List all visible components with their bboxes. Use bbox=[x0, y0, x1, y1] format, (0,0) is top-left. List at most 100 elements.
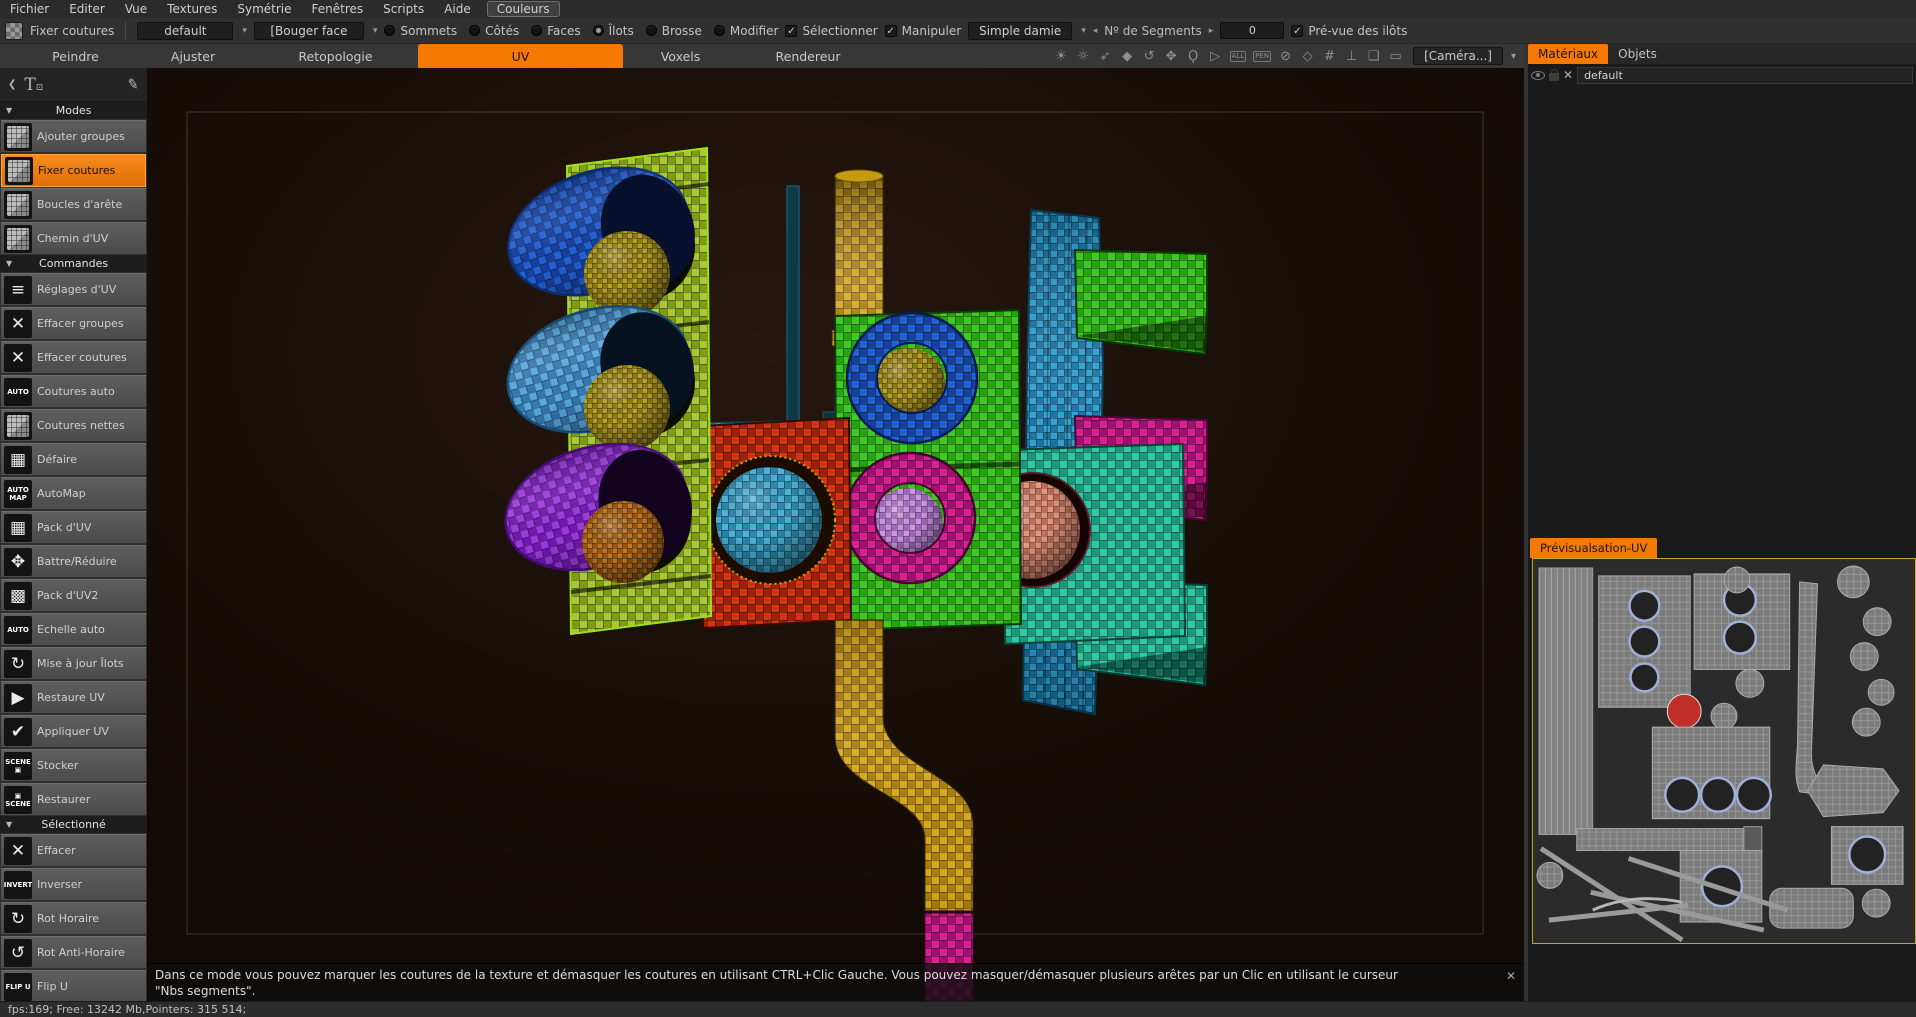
sidebar-item-restaure-uv[interactable]: ▶ Restaure UV bbox=[1, 681, 146, 714]
sidebar-item-rot-horaire[interactable]: ↻ Rot Horaire bbox=[1, 902, 146, 935]
sidebar-item-pack-d-uv[interactable]: ▦ Pack d'UV bbox=[1, 511, 146, 544]
radio-dot-icon[interactable] bbox=[645, 25, 657, 36]
checker-pattern-dropdown[interactable]: Simple damie bbox=[968, 21, 1073, 40]
select-checkbox[interactable]: ✓ Sélectionner bbox=[785, 24, 878, 38]
menu-textures[interactable]: Textures bbox=[157, 1, 227, 17]
islands-preview-checkbox[interactable]: ✓ Pré-vue des ilôts bbox=[1291, 24, 1407, 38]
sidebar-item-battre-reduire[interactable]: ✥ Battre/Réduire bbox=[1, 545, 146, 578]
sidebar-item-reglages-d-uv[interactable]: ≡ Réglages d'UV bbox=[1, 273, 146, 306]
section-collapse-icon[interactable]: ▼ bbox=[6, 259, 12, 268]
sidebar-item-automap[interactable]: AUTO MAP AutoMap bbox=[1, 477, 146, 510]
visibility-eye-icon[interactable] bbox=[1531, 70, 1545, 80]
radio-brosse[interactable]: Brosse bbox=[645, 24, 702, 38]
sidebar-section-commandes[interactable]: ▼ Commandes bbox=[0, 255, 147, 272]
frame-all-icon[interactable]: ALL bbox=[1229, 50, 1247, 62]
checkbox-icon[interactable]: ✓ bbox=[884, 24, 897, 37]
tab-rendereur[interactable]: Rendereur bbox=[738, 44, 878, 68]
viewport-3d[interactable]: Dans ce mode vous pouvez marquer les cou… bbox=[147, 68, 1524, 1001]
right-panel-tab-objets[interactable]: Objets bbox=[1608, 44, 1667, 64]
segments-right-arrow-icon[interactable]: ▸ bbox=[1209, 26, 1214, 36]
uv-preview-panel[interactable] bbox=[1532, 558, 1916, 944]
transform-dropdown-arrow-icon[interactable]: ▾ bbox=[373, 26, 378, 36]
wire-cube-icon[interactable]: ◇ bbox=[1300, 49, 1315, 64]
radio-dot-icon[interactable] bbox=[592, 25, 604, 36]
radio-dot-icon[interactable] bbox=[531, 25, 543, 36]
sidebar-item-boucles-d-arete[interactable]: Boucles d'arête bbox=[1, 188, 146, 221]
radio-dot-icon[interactable] bbox=[469, 25, 481, 36]
grid-icon[interactable]: # bbox=[1322, 49, 1337, 64]
section-collapse-icon[interactable]: ▼ bbox=[6, 106, 12, 115]
lock-icon[interactable] bbox=[1549, 69, 1559, 81]
tab-ajuster[interactable]: Ajuster bbox=[133, 44, 253, 68]
sun-light-icon[interactable]: ☀ bbox=[1054, 49, 1069, 64]
tab-uv[interactable]: UV bbox=[418, 44, 623, 68]
sidebar-item-echelle-auto[interactable]: AUTO Echelle auto bbox=[1, 613, 146, 646]
droplet-icon[interactable]: ◆ bbox=[1120, 49, 1135, 64]
checkbox-icon[interactable]: ✓ bbox=[785, 24, 798, 37]
sidebar-item-coutures-nettes[interactable]: Coutures nettes bbox=[1, 409, 146, 442]
rotate-view-icon[interactable]: ↺ bbox=[1142, 49, 1157, 64]
transform-dropdown[interactable]: [Bouger face bbox=[253, 21, 364, 40]
radio-faces[interactable]: Faces bbox=[531, 24, 581, 38]
pan-view-icon[interactable]: ✥ bbox=[1164, 49, 1179, 64]
checkbox-icon[interactable]: ✓ bbox=[1291, 24, 1304, 37]
sidebar-item-effacer-coutures[interactable]: ✕ Effacer coutures bbox=[1, 341, 146, 374]
tab-peindre[interactable]: Peindre bbox=[18, 44, 133, 68]
radio-modifier[interactable]: Modifier bbox=[713, 24, 778, 38]
menu-scripts[interactable]: Scripts bbox=[373, 1, 434, 17]
menu-aide[interactable]: Aide bbox=[434, 1, 481, 17]
sidebar-section-selectionne[interactable]: ▼ Sélectionné bbox=[0, 816, 147, 833]
material-item-row[interactable]: ✕ default bbox=[1528, 64, 1916, 86]
sidebar-item-restaurer[interactable]: ▣ SCENE Restaurer bbox=[1, 783, 146, 816]
sidebar-item-coutures-auto[interactable]: AUTO Coutures auto bbox=[1, 375, 146, 408]
menu-fenetres[interactable]: Fenêtres bbox=[302, 1, 374, 17]
camera-button[interactable]: [Caméra...] bbox=[1413, 47, 1503, 65]
menu-couleurs[interactable]: Couleurs bbox=[486, 1, 560, 17]
menu-fichier[interactable]: Fichier bbox=[0, 1, 59, 17]
sidebar-item-ajouter-groupes[interactable]: Ajouter groupes bbox=[1, 120, 146, 153]
sidebar-item-fixer-coutures[interactable]: Fixer coutures bbox=[1, 154, 146, 187]
manipulate-checkbox[interactable]: ✓ Manipuler bbox=[884, 24, 961, 38]
segments-input[interactable]: 0 bbox=[1220, 22, 1285, 39]
maximize-icon[interactable]: ❏ bbox=[1366, 49, 1381, 64]
hint-close-icon[interactable]: ✕ bbox=[1506, 968, 1516, 984]
radio-ilots[interactable]: Îlots bbox=[592, 24, 634, 38]
sidebar-item-pack-d-uv2[interactable]: ▩ Pack d'UV2 bbox=[1, 579, 146, 612]
sidebar-item-inverser[interactable]: INVERT Inverser bbox=[1, 868, 146, 901]
menu-symetrie[interactable]: Symétrie bbox=[227, 1, 301, 17]
sidebar-section-modes[interactable]: ▼ Modes bbox=[0, 102, 147, 119]
sidebar-item-flip-u[interactable]: FLIP U Flip U bbox=[1, 970, 146, 1001]
tab-retopologie[interactable]: Retopologie bbox=[253, 44, 418, 68]
tab-voxels[interactable]: Voxels bbox=[623, 44, 738, 68]
navigate-icon[interactable]: ▷ bbox=[1208, 49, 1223, 64]
brush-stroke-icon[interactable]: ✎ bbox=[126, 76, 140, 94]
section-collapse-icon[interactable]: ▼ bbox=[6, 820, 12, 829]
menu-vue[interactable]: Vue bbox=[115, 1, 157, 17]
right-panel-tab-materiaux[interactable]: Matériaux bbox=[1528, 44, 1609, 64]
radio-cotes[interactable]: Côtés bbox=[469, 24, 519, 38]
segments-left-arrow-icon[interactable]: ◂ bbox=[1093, 26, 1098, 36]
pattern-dropdown-arrow-icon[interactable]: ▾ bbox=[1081, 26, 1086, 36]
sidebar-item-mise-a-jour-ilots[interactable]: ↻ Mise à jour Îlots bbox=[1, 647, 146, 680]
backdrop-icon[interactable]: ▭ bbox=[1388, 49, 1403, 64]
sidebar-item-rot-anti-horaire[interactable]: ↺ Rot Anti-Horaire bbox=[1, 936, 146, 969]
sidebar-item-stocker[interactable]: SCENE ▣ Stocker bbox=[1, 749, 146, 782]
delete-icon[interactable]: ✕ bbox=[1563, 69, 1573, 81]
menu-editer[interactable]: Editer bbox=[59, 1, 115, 17]
sidebar-item-appliquer-uv[interactable]: ✔ Appliquer UV bbox=[1, 715, 146, 748]
light-direction-icon[interactable]: ➶ bbox=[1098, 49, 1113, 64]
radio-dot-icon[interactable] bbox=[713, 25, 725, 36]
axis-icon[interactable]: ⊥ bbox=[1344, 49, 1359, 64]
zoom-view-icon[interactable]: Ϙ bbox=[1186, 49, 1201, 64]
text-tool-icon[interactable]: T⊡ bbox=[24, 75, 43, 95]
collapse-arrow-icon[interactable]: ❮ bbox=[8, 79, 16, 90]
preset-dropdown[interactable]: default bbox=[137, 21, 234, 40]
radio-sommets[interactable]: Sommets bbox=[384, 24, 457, 38]
frame-pen-icon[interactable]: PEN bbox=[1253, 50, 1272, 62]
radio-dot-icon[interactable] bbox=[384, 25, 396, 36]
sidebar-item-defaire[interactable]: ▦ Défaire bbox=[1, 443, 146, 476]
uv-preview-tab[interactable]: Prévisualsation-UV bbox=[1530, 538, 1658, 558]
preset-dropdown-arrow-icon[interactable]: ▾ bbox=[242, 26, 247, 36]
disable-icon[interactable]: ⊘ bbox=[1278, 49, 1293, 64]
bulb-light-icon[interactable]: ☼ bbox=[1076, 49, 1091, 64]
